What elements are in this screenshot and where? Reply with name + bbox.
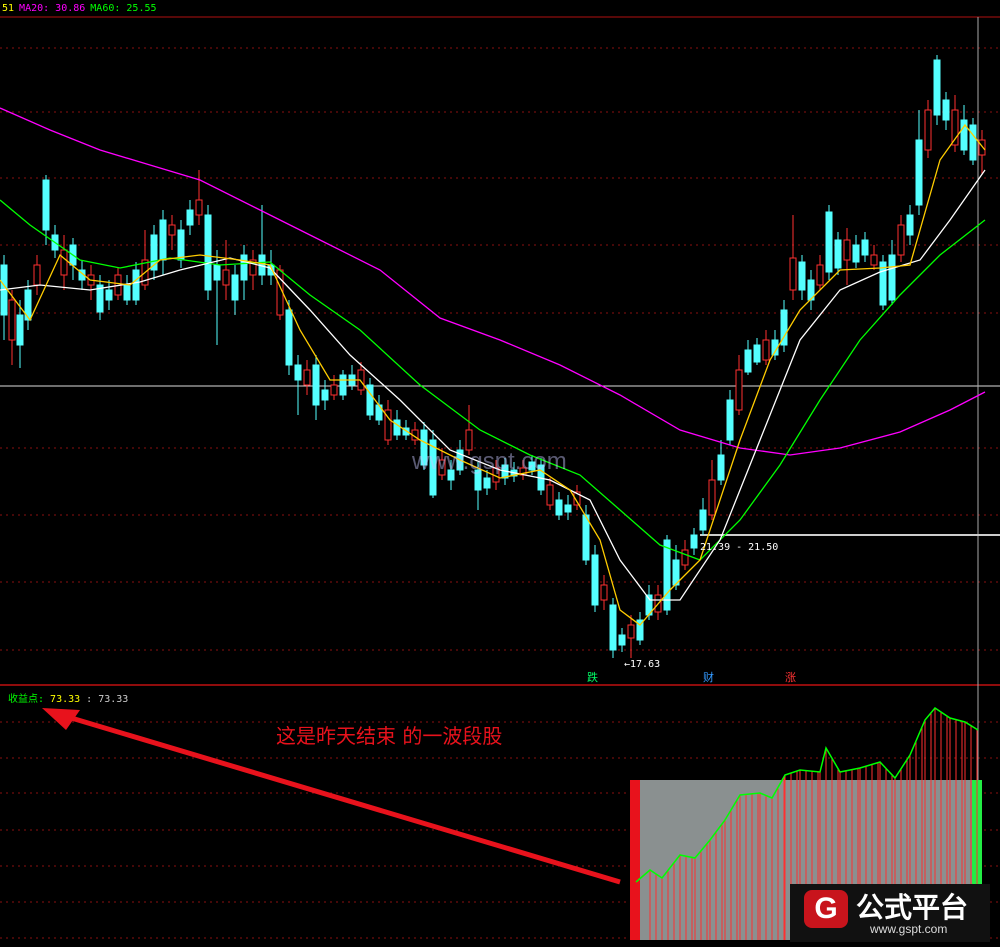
candle-body [690, 534, 698, 549]
candle-body [888, 254, 896, 301]
low-price-label: ←17.63 [624, 659, 660, 670]
candle-body [285, 309, 293, 366]
candle-body [681, 549, 689, 566]
logo-mark: G [804, 890, 848, 928]
candle-body [195, 199, 203, 216]
candle-body [105, 289, 113, 301]
annotation-text: 这是昨天结束 的一波段股 [276, 724, 503, 748]
logo-url: www.gspt.com [870, 922, 948, 936]
candle-body [222, 269, 230, 286]
candle-body [42, 179, 50, 231]
candle-body [618, 634, 626, 646]
candle-body [168, 224, 176, 236]
candle-body [33, 264, 41, 286]
candle-body [483, 477, 491, 489]
candle-body [123, 284, 131, 301]
candle-body [897, 224, 905, 256]
signal-marker-2: 涨 [785, 671, 796, 684]
candle-body [177, 229, 185, 261]
candle-body [564, 504, 572, 513]
candle-body [330, 384, 338, 396]
candle-body [204, 214, 212, 291]
candle-body [303, 369, 311, 386]
candle-body [798, 261, 806, 291]
candle-body [321, 389, 329, 401]
ma-header: 51 MA20: 30.86 MA60: 25.55 [2, 3, 162, 14]
candle-body [186, 209, 194, 226]
candle-body [834, 239, 842, 269]
site-logo: G 公式平台 www.gspt.com [790, 884, 990, 942]
signal-marker-1: 财 [703, 670, 714, 684]
candle-body [132, 269, 140, 301]
candle-body [16, 314, 24, 346]
candle-body [843, 239, 851, 261]
candle-body [699, 509, 707, 531]
candle-body [717, 454, 725, 481]
candle-body [312, 364, 320, 406]
candle-body [708, 479, 716, 516]
ma-value-0: 51 [2, 3, 15, 14]
candle-body [8, 299, 16, 341]
candle-body [744, 349, 752, 373]
candle-body [726, 399, 734, 441]
candle-body [393, 419, 401, 436]
candle-body [825, 211, 833, 273]
moving-averages [0, 107, 986, 626]
ma-value-2: MA60: 25.55 [90, 3, 157, 14]
watermark-text: www.gspt.com [412, 448, 567, 475]
candle-body [762, 339, 770, 361]
ma-value-1: MA20: 30.86 [19, 3, 86, 14]
indicator-left-marker [630, 780, 640, 940]
indicator-value: 73.33 [50, 694, 81, 705]
candle-body [609, 604, 617, 651]
candle-body [60, 249, 68, 276]
candle-body [735, 369, 743, 411]
candle-body [789, 257, 797, 291]
candle-body [159, 219, 167, 261]
candle-body [933, 59, 941, 116]
candle-body [213, 264, 221, 281]
candle-body [546, 484, 554, 506]
candle-body [852, 244, 860, 263]
candle-body [942, 99, 950, 121]
level-price-label: 21.39 - 21.50 [700, 542, 778, 553]
candle-body [231, 274, 239, 301]
signal-marker-0: 跌 [587, 670, 598, 684]
candle-body [627, 624, 635, 639]
candle-body [906, 214, 914, 236]
candle-body [465, 429, 473, 451]
candle-body [870, 254, 878, 266]
candle-body [591, 554, 599, 606]
candle-body [600, 584, 608, 601]
candle-body [240, 254, 248, 281]
candle-body [969, 124, 977, 161]
candle-body [294, 364, 302, 381]
candlesticks [0, 55, 986, 658]
indicator-value-2: 73.33 [98, 694, 129, 705]
candle-body [924, 109, 932, 151]
candle-body [861, 239, 869, 256]
indicator-name: 收益点 [8, 694, 38, 705]
candle-body [555, 499, 563, 516]
chart-markers: ←17.63 21.39 - 21.50 跌 财 涨 [587, 542, 796, 684]
candle-body [339, 374, 347, 396]
indicator-header: 收益点: 73.33 : 73.33 [8, 694, 129, 705]
candle-body [582, 514, 590, 561]
candle-body [753, 344, 761, 363]
candle-body [915, 139, 923, 206]
candle-body [978, 139, 986, 156]
candle-body [960, 119, 968, 151]
logo-text: 公式平台 [856, 891, 969, 924]
candle-body [816, 264, 824, 286]
